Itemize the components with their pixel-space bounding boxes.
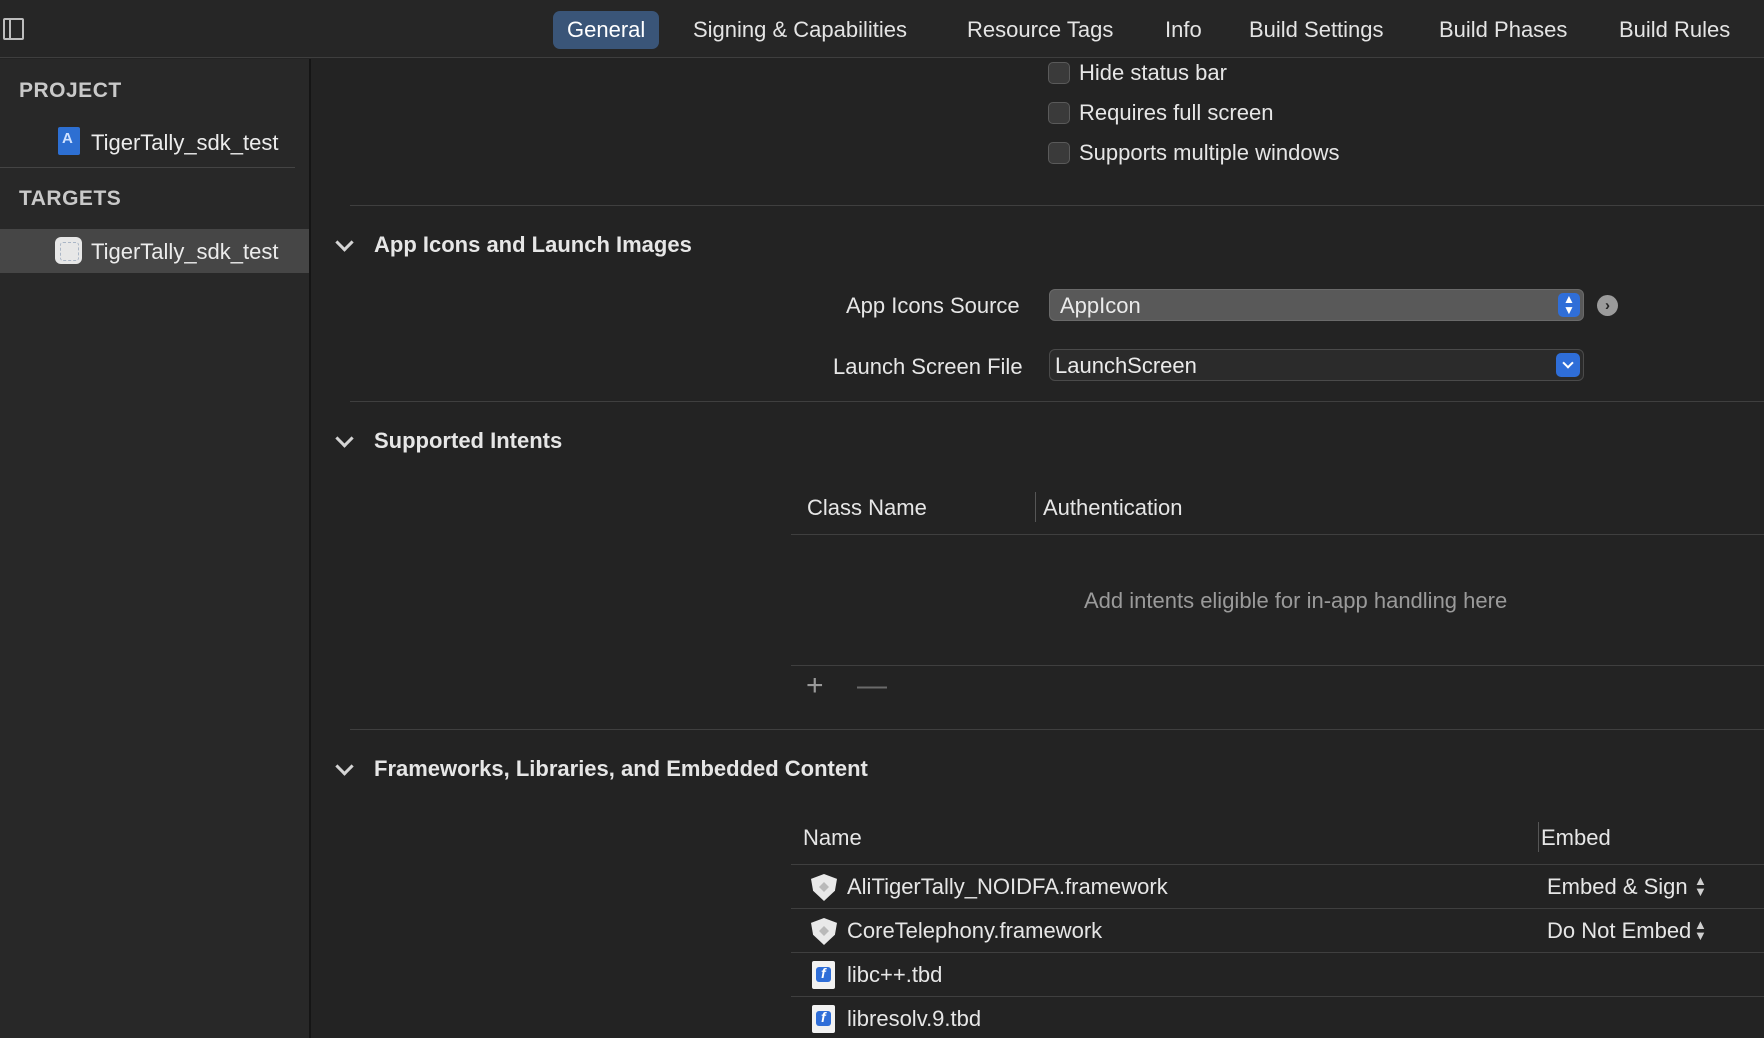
tab-resource-tags[interactable]: Resource Tags: [953, 11, 1127, 49]
column-separator: [1538, 822, 1539, 852]
project-section-header: PROJECT: [19, 79, 122, 102]
embed-column-header[interactable]: Embed: [1541, 825, 1611, 851]
checkbox-label: Requires full screen: [1079, 100, 1274, 125]
framework-name: libresolv.9.tbd: [847, 1006, 982, 1031]
chevron-down-icon[interactable]: [335, 429, 354, 448]
table-footer-divider: [791, 665, 1764, 666]
tab-build-settings[interactable]: Build Settings: [1235, 11, 1398, 49]
tab-build-phases[interactable]: Build Phases: [1425, 11, 1581, 49]
popup-value: AppIcon: [1060, 293, 1141, 318]
embed-popup[interactable]: Embed & Sign: [1547, 874, 1688, 900]
chevron-down-icon[interactable]: [335, 233, 354, 252]
table-row[interactable]: AliTigerTally_NOIDFA.framework Embed & S…: [791, 865, 1764, 909]
app-icons-source-popup[interactable]: AppIcon ▲ ▼: [1049, 289, 1584, 321]
table-row[interactable]: CoreTelephony.framework Do Not Embed ▲ ▼: [791, 909, 1764, 953]
launch-screen-file-combobox[interactable]: LaunchScreen: [1049, 349, 1584, 381]
sidebar-item-label: TigerTally_sdk_test: [91, 130, 279, 155]
tab-general[interactable]: General: [553, 11, 660, 49]
tbd-file-icon: [812, 1005, 835, 1033]
section-title: App Icons and Launch Images: [374, 232, 692, 257]
editor-tab-bar: General Signing & Capabilities Resource …: [0, 0, 1764, 58]
combobox-value: LaunchScreen: [1055, 353, 1197, 378]
app-target-icon: [55, 237, 82, 264]
targets-section-header: TARGETS: [19, 187, 122, 210]
launch-screen-file-label: Launch Screen File: [833, 354, 1023, 379]
tab-info[interactable]: Info: [1151, 11, 1216, 49]
app-icons-source-label: App Icons Source: [846, 293, 1020, 318]
table-row[interactable]: libresolv.9.tbd: [791, 997, 1764, 1038]
name-column-header[interactable]: Name: [803, 825, 862, 851]
framework-name: AliTigerTally_NOIDFA.framework: [847, 874, 1168, 899]
add-intent-button[interactable]: +: [806, 671, 824, 701]
section-title: Supported Intents: [374, 428, 563, 453]
section-divider: [350, 729, 1764, 730]
sidebar-item-project[interactable]: TigerTally_sdk_test: [0, 120, 309, 164]
section-divider: [350, 401, 1764, 402]
framework-name: libc++.tbd: [847, 962, 943, 987]
sidebar-toggle-icon[interactable]: [3, 18, 24, 40]
chevron-down-icon[interactable]: [335, 757, 354, 776]
up-down-chevron-icon[interactable]: ▲ ▼: [1694, 874, 1707, 898]
arrow-right-circle-icon[interactable]: ›: [1597, 295, 1618, 316]
sidebar-divider: [0, 167, 295, 168]
up-down-chevron-icon: ▲ ▼: [1558, 293, 1580, 317]
column-separator: [1035, 492, 1036, 522]
table-header-divider: [791, 534, 1764, 535]
sidebar-item-target[interactable]: TigerTally_sdk_test: [0, 229, 309, 273]
framework-shield-icon: [811, 874, 837, 901]
framework-shield-icon: [811, 918, 837, 945]
hide-status-bar-checkbox[interactable]: [1048, 62, 1070, 84]
framework-name: CoreTelephony.framework: [847, 918, 1103, 943]
tab-build-rules[interactable]: Build Rules: [1605, 11, 1744, 49]
remove-intent-button[interactable]: —: [857, 671, 887, 701]
sidebar-item-label: TigerTally_sdk_test: [91, 239, 279, 264]
embed-popup[interactable]: Do Not Embed: [1547, 918, 1691, 944]
up-down-chevron-icon[interactable]: ▲ ▼: [1694, 918, 1707, 942]
tab-signing-capabilities[interactable]: Signing & Capabilities: [679, 11, 921, 49]
general-settings-pane: Hide status bar Requires full screen Sup…: [312, 59, 1764, 1038]
supports-multiple-windows-checkbox[interactable]: [1048, 142, 1070, 164]
section-divider: [350, 205, 1764, 206]
authentication-column-header[interactable]: Authentication: [1043, 495, 1182, 521]
checkbox-label: Supports multiple windows: [1079, 140, 1340, 165]
project-navigator-sidebar: PROJECT TigerTally_sdk_test TARGETS Tige…: [0, 59, 311, 1038]
class-name-column-header[interactable]: Class Name: [807, 495, 927, 521]
checkbox-label: Hide status bar: [1079, 60, 1227, 85]
section-title: Frameworks, Libraries, and Embedded Cont…: [374, 756, 868, 781]
intents-empty-message: Add intents eligible for in-app handling…: [1084, 588, 1508, 613]
chevron-down-icon[interactable]: [1556, 353, 1580, 377]
project-file-icon: [58, 127, 80, 155]
requires-full-screen-checkbox[interactable]: [1048, 102, 1070, 124]
tbd-file-icon: [812, 961, 835, 989]
table-row[interactable]: libc++.tbd: [791, 953, 1764, 997]
